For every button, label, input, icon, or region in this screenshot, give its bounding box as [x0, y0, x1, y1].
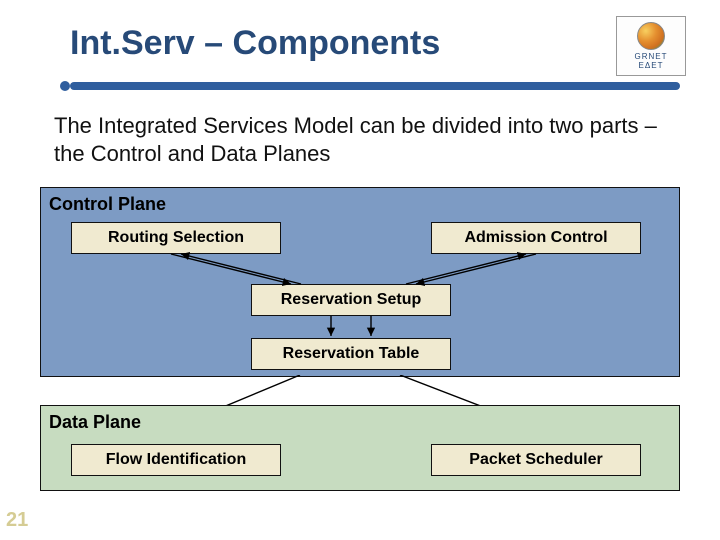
title-row: Int.Serv – Components GRNET ΕΔΕΤ [40, 16, 680, 76]
logo-text-bottom: ΕΔΕΤ [639, 61, 664, 70]
data-plane-label: Data Plane [49, 412, 671, 433]
data-plane-box: Data Plane Flow Identification Packet Sc… [40, 405, 680, 491]
control-plane-box: Control Plane Routing Selection Admissio… [40, 187, 680, 377]
node-packet-scheduler: Packet Scheduler [431, 444, 641, 476]
node-admission-control: Admission Control [431, 222, 641, 254]
globe-icon [637, 22, 665, 50]
node-flow-identification: Flow Identification [71, 444, 281, 476]
logo-grnet: GRNET ΕΔΕΤ [616, 16, 686, 76]
intro-text: The Integrated Services Model can be div… [54, 112, 680, 167]
node-routing-selection: Routing Selection [71, 222, 281, 254]
node-reservation-setup: Reservation Setup [251, 284, 451, 316]
logo-text-top: GRNET [635, 52, 668, 61]
title-underline [70, 82, 680, 94]
diagram: Control Plane Routing Selection Admissio… [40, 187, 680, 491]
slide: Int.Serv – Components GRNET ΕΔΕΤ The Int… [0, 0, 720, 540]
node-reservation-table: Reservation Table [251, 338, 451, 370]
slide-title: Int.Serv – Components [40, 24, 616, 63]
control-plane-label: Control Plane [49, 194, 671, 215]
slide-number: 21 [6, 509, 28, 532]
